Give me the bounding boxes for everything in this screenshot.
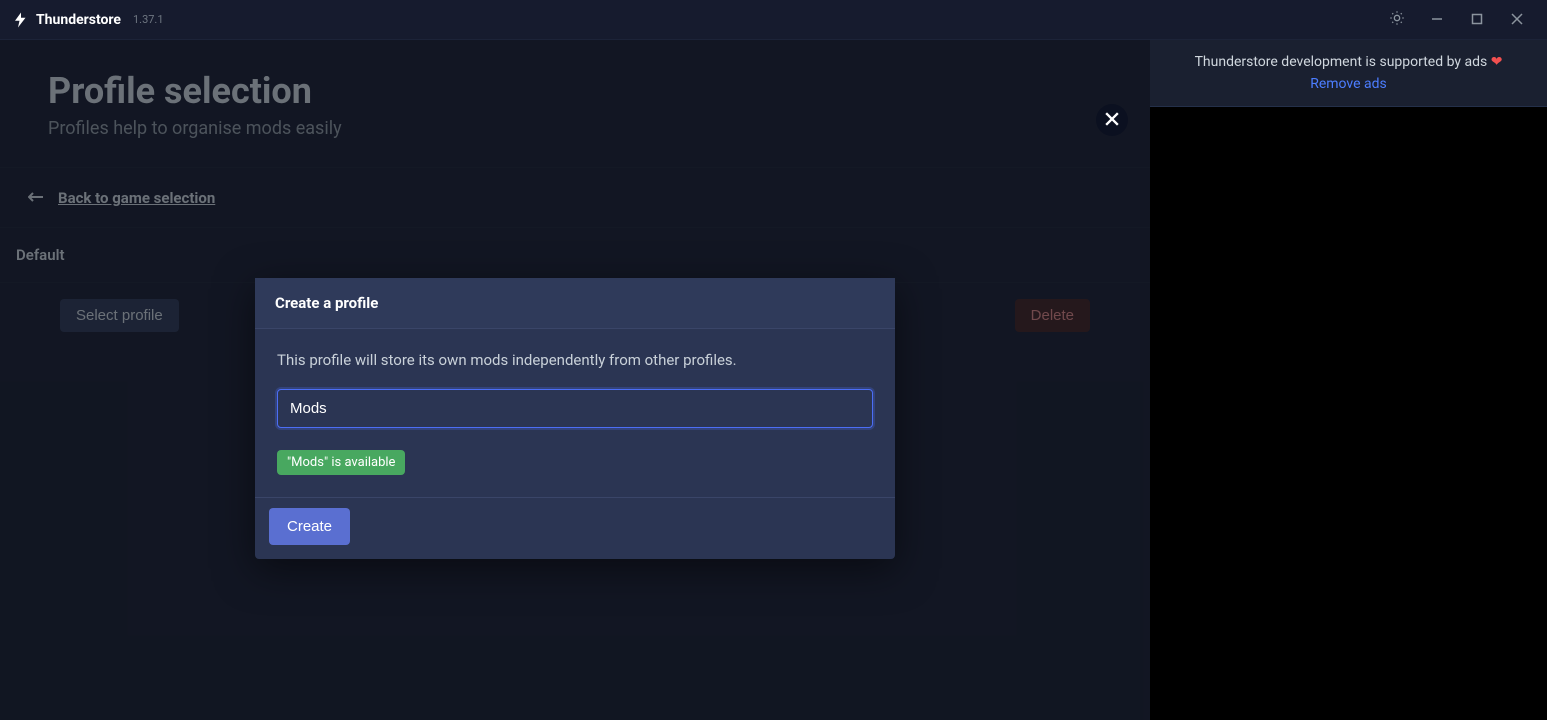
main-container: Profile selection Profiles help to organ… <box>0 40 1547 720</box>
app-logo: Thunderstore <box>12 11 121 29</box>
modal-description: This profile will store its own mods ind… <box>277 351 873 369</box>
back-link-label: Back to game selection <box>58 189 215 207</box>
x-icon <box>1105 110 1119 131</box>
select-profile-button[interactable]: Select profile <box>60 299 179 332</box>
profile-row-default[interactable]: Default <box>0 228 1150 283</box>
page-subtitle: Profiles help to organise mods easily <box>48 118 1102 139</box>
app-version: 1.37.1 <box>133 13 164 26</box>
minimize-button[interactable] <box>1419 4 1455 36</box>
back-link[interactable]: Back to game selection <box>28 189 215 207</box>
ad-banner: Thunderstore development is supported by… <box>1150 40 1547 107</box>
minimize-icon <box>1431 10 1443 29</box>
titlebar-left: Thunderstore 1.37.1 <box>12 11 164 29</box>
availability-status: "Mods" is available <box>277 450 405 475</box>
main-content: Profile selection Profiles help to organ… <box>0 40 1150 720</box>
thunderstore-icon <box>12 11 30 29</box>
window-controls <box>1379 4 1535 36</box>
titlebar: Thunderstore 1.37.1 <box>0 0 1547 40</box>
header-section: Profile selection Profiles help to organ… <box>0 40 1150 168</box>
close-button[interactable] <box>1499 4 1535 36</box>
modal-title: Create a profile <box>255 278 895 329</box>
theme-toggle-button[interactable] <box>1379 4 1415 36</box>
remove-ads-link[interactable]: Remove ads <box>1170 76 1527 92</box>
modal-footer: Create <box>255 498 895 559</box>
profile-name-input[interactable] <box>277 389 873 428</box>
modal-body: This profile will store its own mods ind… <box>255 329 895 498</box>
ad-message: Thunderstore development is supported by… <box>1195 54 1488 70</box>
heart-icon: ❤ <box>1491 54 1503 70</box>
back-bar: Back to game selection <box>0 168 1150 228</box>
create-button[interactable]: Create <box>269 508 350 545</box>
delete-profile-button[interactable]: Delete <box>1015 299 1090 332</box>
app-name: Thunderstore <box>36 12 121 28</box>
close-icon <box>1511 10 1523 29</box>
maximize-button[interactable] <box>1459 4 1495 36</box>
page-title: Profile selection <box>48 70 1102 112</box>
sidebar-right: Thunderstore development is supported by… <box>1150 40 1547 720</box>
sun-icon <box>1389 10 1405 30</box>
profile-name: Default <box>16 246 65 264</box>
arrow-left-icon <box>28 189 44 207</box>
maximize-icon <box>1471 10 1483 29</box>
modal-close-button[interactable] <box>1096 104 1128 136</box>
create-profile-modal: Create a profile This profile will store… <box>255 278 895 559</box>
